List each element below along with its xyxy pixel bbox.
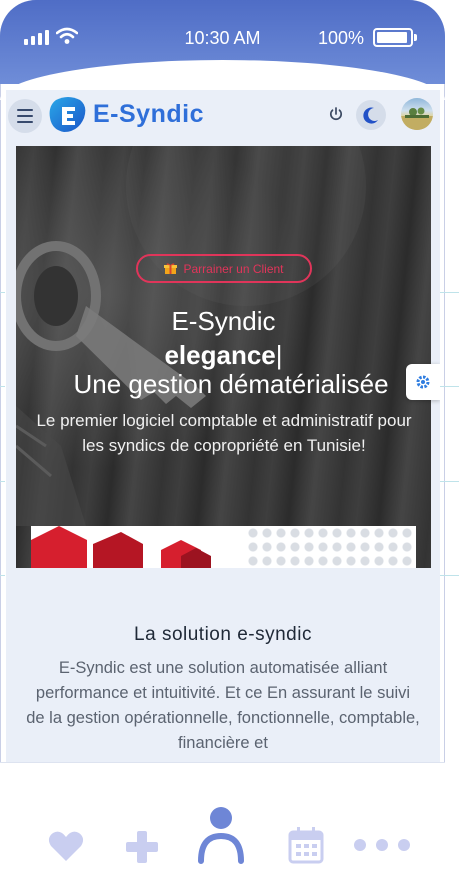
- guide-mark: [0, 292, 5, 293]
- section-title: La solution e-syndic: [134, 624, 312, 645]
- battery-percent: 100%: [318, 28, 365, 48]
- hero-image-strip: [31, 526, 416, 568]
- app-screen: E-Syndic Parrainer un Client E-Syndic el…: [6, 90, 440, 762]
- dot-pattern: [246, 526, 416, 568]
- guide-mark: [440, 575, 459, 576]
- referral-label: Parrainer un Client: [183, 261, 284, 276]
- hero-typed-word: elegance|: [16, 340, 431, 371]
- theme-toggle[interactable]: [356, 100, 386, 130]
- avatar[interactable]: [401, 98, 433, 130]
- logo-icon: [49, 97, 86, 132]
- menu-button[interactable]: [8, 99, 42, 133]
- hero-title: E-Syndic: [171, 306, 276, 336]
- settings-tab[interactable]: [406, 364, 440, 400]
- brand-name[interactable]: E-Syndic: [93, 100, 204, 129]
- hero-banner: Parrainer un Client E-Syndic elegance| U…: [16, 146, 431, 568]
- more-icon[interactable]: [353, 838, 411, 852]
- guide-mark: [440, 386, 459, 387]
- typed-word: elegance: [164, 340, 276, 370]
- guide-mark: [440, 292, 459, 293]
- referral-button[interactable]: Parrainer un Client: [136, 254, 312, 283]
- guide-mark: [0, 386, 5, 387]
- moon-icon: [363, 107, 378, 124]
- power-icon[interactable]: [327, 105, 345, 123]
- gear-icon: [416, 375, 430, 389]
- gift-icon: [164, 263, 178, 274]
- hero-description: Le premier logiciel comptable et adminis…: [36, 411, 412, 455]
- guide-mark: [0, 481, 5, 482]
- decorative-shapes: [31, 526, 211, 568]
- guide-mark: [440, 481, 459, 482]
- plus-icon[interactable]: [125, 830, 159, 864]
- menu-icon: [17, 109, 33, 111]
- user-icon[interactable]: [196, 806, 246, 864]
- calendar-icon[interactable]: [288, 826, 324, 864]
- app-header: E-Syndic: [6, 90, 440, 140]
- heart-icon[interactable]: [48, 830, 84, 862]
- section-text: E-Syndic est une solution automatisée al…: [26, 659, 420, 752]
- hero-subtitle: Une gestion dématérialisée: [73, 369, 389, 399]
- bottom-nav: [0, 806, 459, 888]
- battery-icon: [373, 28, 417, 47]
- typing-cursor: |: [275, 340, 283, 370]
- guide-mark: [0, 575, 5, 576]
